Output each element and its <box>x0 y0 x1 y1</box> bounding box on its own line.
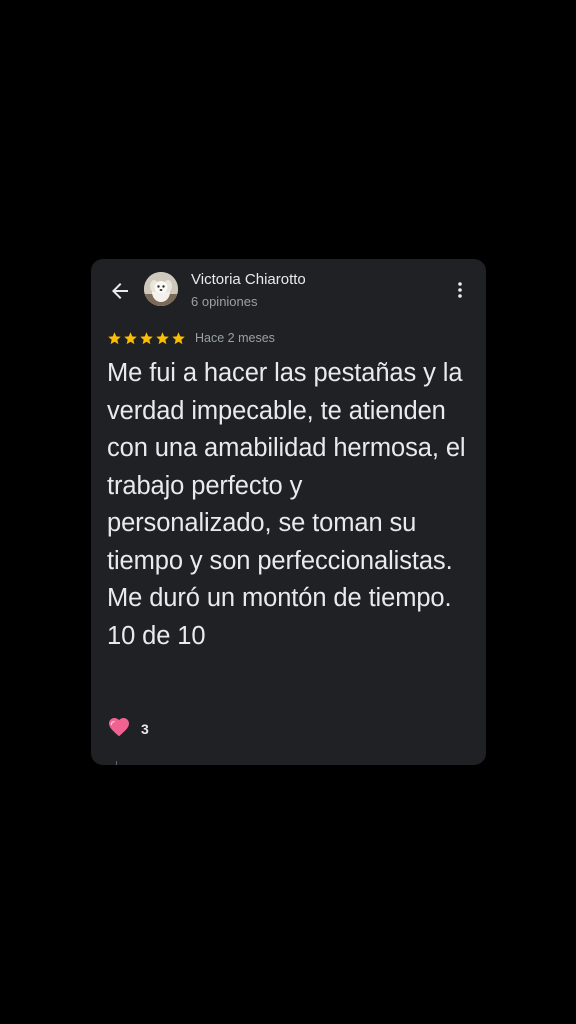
review-card: Victoria Chiarotto 6 opiniones Hace 2 me… <box>91 259 486 765</box>
more-vert-icon[interactable] <box>450 278 470 302</box>
like-button[interactable]: 3 <box>107 715 149 742</box>
arrow-left-icon[interactable] <box>108 279 132 303</box>
star-icon <box>156 331 169 344</box>
star-rating <box>107 331 186 346</box>
star-icon <box>140 331 153 344</box>
heart-icon <box>107 715 131 742</box>
review-time: Hace 2 meses <box>195 331 275 345</box>
reviewer-review-count[interactable]: 6 opiniones <box>191 294 258 310</box>
rating-row: Hace 2 meses <box>107 330 275 346</box>
avatar[interactable] <box>144 272 178 306</box>
divider <box>116 761 117 765</box>
star-icon <box>108 331 121 344</box>
like-count: 3 <box>141 720 149 737</box>
review-text: Me fui a hacer las pestañas y la verdad … <box>107 359 466 650</box>
reviewer-name[interactable]: Victoria Chiarotto <box>191 271 306 289</box>
star-icon <box>124 331 137 344</box>
star-icon <box>172 331 185 344</box>
